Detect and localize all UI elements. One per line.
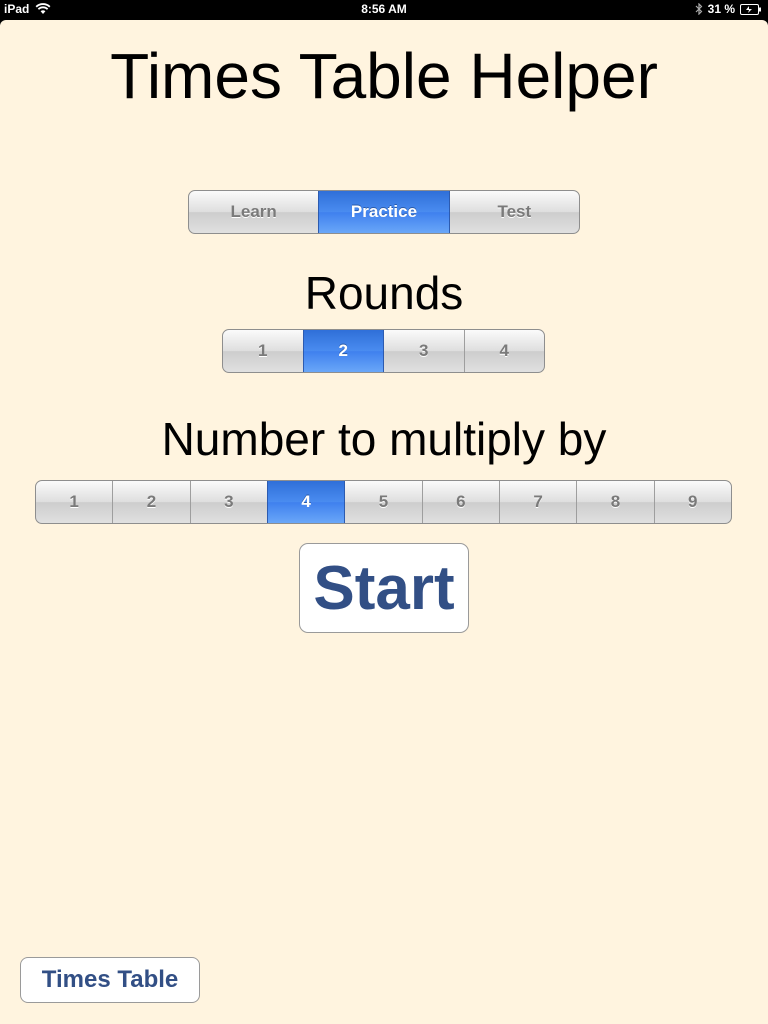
rounds-heading: Rounds: [304, 267, 464, 319]
multiplier-segment-3[interactable]: 3: [189, 481, 267, 523]
mode-segmented-control: Learn Practice Test: [188, 190, 580, 234]
app-screen: Times Table Helper Learn Practice Test R…: [0, 20, 768, 1024]
start-button[interactable]: Start: [299, 543, 469, 633]
multiplier-segment-7[interactable]: 7: [498, 481, 576, 523]
multiplier-segment-1[interactable]: 1: [36, 481, 112, 523]
multiplier-segment-5[interactable]: 5: [344, 481, 421, 523]
battery-icon: [740, 3, 762, 15]
rounds-segment-4[interactable]: 4: [463, 330, 545, 372]
rounds-segmented-control: 1 2 3 4: [222, 329, 545, 373]
rounds-segment-1[interactable]: 1: [223, 330, 303, 372]
multiplier-segment-8[interactable]: 8: [576, 481, 653, 523]
status-bar: iPad 8:56 AM 31 %: [0, 0, 768, 20]
multiplier-heading: Number to multiply by: [161, 413, 607, 465]
multiplier-segment-4[interactable]: 4: [266, 481, 345, 523]
bluetooth-icon: [695, 3, 703, 15]
battery-percent: 31 %: [707, 2, 735, 16]
mode-segment-test[interactable]: Test: [448, 191, 579, 233]
multiplier-segment-6[interactable]: 6: [421, 481, 499, 523]
times-table-button[interactable]: Times Table: [20, 957, 200, 1003]
mode-segment-practice[interactable]: Practice: [318, 191, 449, 233]
multiplier-segment-2[interactable]: 2: [112, 481, 189, 523]
status-time: 8:56 AM: [361, 2, 407, 16]
rounds-segment-2[interactable]: 2: [302, 330, 383, 372]
rounds-segment-3[interactable]: 3: [383, 330, 464, 372]
page-title: Times Table Helper: [110, 40, 658, 112]
multiplier-segment-9[interactable]: 9: [653, 481, 731, 523]
status-bar-right: 31 %: [695, 2, 762, 16]
mode-segment-learn[interactable]: Learn: [189, 191, 318, 233]
multiplier-segmented-control: 1 2 3 4 5 6 7 8 9: [35, 480, 732, 524]
